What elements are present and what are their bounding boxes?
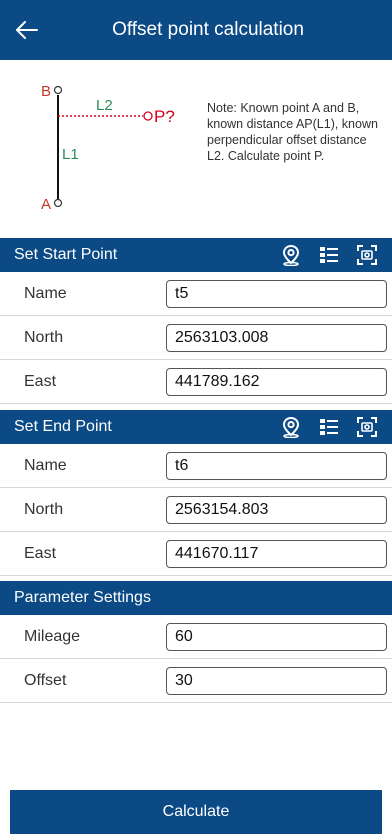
label-l2: L2	[96, 97, 113, 114]
start-name-input[interactable]	[166, 280, 387, 308]
label-p: P?	[154, 107, 175, 126]
start-map-pin-button[interactable]	[272, 238, 310, 272]
start-east-label: East	[24, 373, 57, 390]
mileage-input[interactable]	[166, 623, 387, 651]
end-scan-button[interactable]	[348, 410, 386, 444]
end-north-row: North	[0, 488, 392, 532]
offset-label: Offset	[24, 672, 67, 689]
map-pin-icon	[282, 416, 300, 438]
start-point-header: Set Start Point	[0, 238, 392, 272]
end-east-row: East	[0, 532, 392, 576]
end-name-row: Name	[0, 444, 392, 488]
end-north-label: North	[24, 501, 64, 518]
scan-icon	[357, 245, 377, 265]
start-scan-button[interactable]	[348, 238, 386, 272]
list-icon	[320, 247, 338, 263]
start-name-label: Name	[24, 285, 67, 302]
label-b: B	[41, 83, 51, 100]
list-icon	[320, 419, 338, 435]
page-title: Offset point calculation	[112, 19, 304, 40]
end-east-label: East	[24, 545, 57, 562]
start-east-row: East	[0, 360, 392, 404]
start-north-input[interactable]	[166, 324, 387, 352]
end-point-header: Set End Point	[0, 410, 392, 444]
label-l1: L1	[62, 146, 79, 163]
offset-input[interactable]	[166, 667, 387, 695]
diagram-note: Note: Known point A and B, known distanc…	[207, 101, 378, 163]
start-point-title: Set Start Point	[14, 246, 118, 263]
end-list-button[interactable]	[310, 410, 348, 444]
map-pin-icon	[282, 244, 300, 266]
start-north-row: North	[0, 316, 392, 360]
scan-icon	[357, 417, 377, 437]
end-east-input[interactable]	[166, 540, 387, 568]
app-bar: Offset point calculation	[0, 0, 392, 60]
start-north-label: North	[24, 329, 64, 346]
parameter-settings-header: Parameter Settings	[0, 581, 392, 615]
end-map-pin-button[interactable]	[272, 410, 310, 444]
start-name-row: Name	[0, 272, 392, 316]
offset-row: Offset	[0, 659, 392, 703]
end-name-input[interactable]	[166, 452, 387, 480]
mileage-label: Mileage	[24, 628, 81, 645]
end-name-label: Name	[24, 457, 67, 474]
calculate-button[interactable]: Calculate	[10, 790, 382, 834]
end-point-title: Set End Point	[14, 418, 112, 435]
end-north-input[interactable]	[166, 496, 387, 524]
parameter-settings-title: Parameter Settings	[14, 589, 151, 606]
mileage-row: Mileage	[0, 615, 392, 659]
label-a: A	[41, 196, 51, 213]
start-list-button[interactable]	[310, 238, 348, 272]
start-east-input[interactable]	[166, 368, 387, 396]
